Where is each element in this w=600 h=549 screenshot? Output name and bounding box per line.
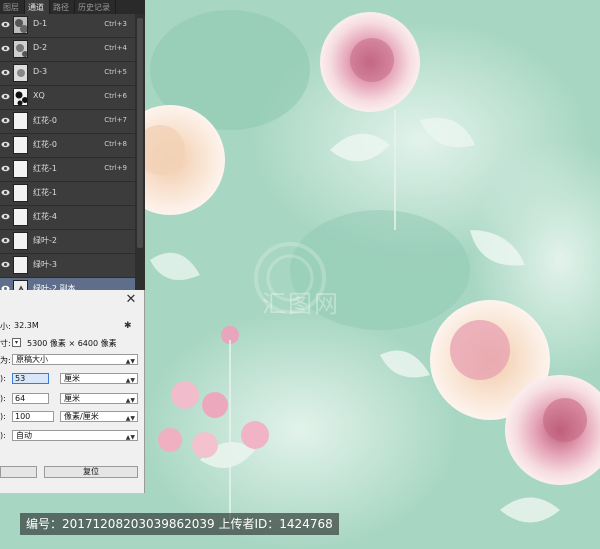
channel-name: D-3 bbox=[33, 67, 48, 76]
channel-shortcut: Ctrl+6 bbox=[104, 92, 127, 100]
channel-row[interactable]: D-1 Ctrl+3 bbox=[0, 14, 135, 38]
resolution-unit-select[interactable]: 像素/厘米 ▲▼ bbox=[60, 411, 138, 422]
channel-row[interactable]: 红花-0 Ctrl+7 bbox=[0, 110, 135, 134]
channel-thumbnail bbox=[13, 88, 28, 106]
channel-name: XQ bbox=[33, 91, 45, 100]
tab-layers[interactable]: 图层 bbox=[0, 0, 25, 14]
close-icon[interactable]: ✕ bbox=[125, 293, 137, 306]
channel-thumbnail bbox=[13, 16, 28, 34]
tab-paths[interactable]: 路径 bbox=[50, 0, 75, 14]
channel-thumbnail bbox=[13, 160, 28, 178]
dimensions-toggle-button[interactable]: ▾ bbox=[12, 338, 21, 347]
channel-row[interactable]: D-2 Ctrl+4 bbox=[0, 38, 135, 62]
height-input[interactable]: 64 bbox=[12, 393, 49, 404]
visibility-eye-icon[interactable] bbox=[1, 116, 10, 125]
chevron-down-icon: ▲▼ bbox=[125, 434, 135, 441]
fit-to-value: 原稿大小 bbox=[16, 355, 48, 364]
resolution-input[interactable]: 100 bbox=[12, 411, 54, 422]
dimensions-label: 寸: bbox=[0, 339, 11, 348]
chevron-down-icon: ▲▼ bbox=[125, 415, 135, 422]
channel-thumbnail bbox=[13, 256, 28, 274]
width-unit-value: 厘米 bbox=[64, 374, 80, 383]
channel-name: 红花-0 bbox=[33, 116, 57, 125]
tab-history[interactable]: 历史记录 bbox=[75, 0, 116, 14]
channel-name: 绿叶-3 bbox=[33, 260, 57, 269]
fit-to-label: 为: bbox=[0, 356, 11, 365]
width-label: ): bbox=[0, 374, 6, 383]
visibility-eye-icon[interactable] bbox=[1, 92, 10, 101]
channel-name: 红花-4 bbox=[33, 212, 57, 221]
channel-list: D-1 Ctrl+3 D-2 Ctrl+4 D-3 Ctrl+5 XQ Ctrl… bbox=[0, 14, 135, 302]
panel-scrollbar-thumb[interactable] bbox=[137, 18, 143, 248]
visibility-eye-icon[interactable] bbox=[1, 140, 10, 149]
height-unit-value: 厘米 bbox=[64, 394, 80, 403]
channel-thumbnail bbox=[13, 184, 28, 202]
channel-row[interactable]: D-3 Ctrl+5 bbox=[0, 62, 135, 86]
resample-label: ): bbox=[0, 431, 6, 440]
channel-name: 红花-1 bbox=[33, 164, 57, 173]
channel-row[interactable]: 红花-0 Ctrl+8 bbox=[0, 134, 135, 158]
chevron-down-icon: ▲▼ bbox=[125, 397, 135, 404]
visibility-eye-icon[interactable] bbox=[1, 188, 10, 197]
width-unit-select[interactable]: 厘米 ▲▼ bbox=[60, 373, 138, 384]
dimensions-value: 5300 像素 × 6400 像素 bbox=[27, 339, 117, 348]
channel-thumbnail bbox=[13, 40, 28, 58]
image-size-label: 小: bbox=[0, 322, 11, 331]
chevron-down-icon: ▲▼ bbox=[125, 358, 135, 365]
image-size-dialog: ✕ 小: 32.3M ✱ 寸: ▾ 5300 像素 × 6400 像素 为: 原… bbox=[0, 290, 145, 493]
resample-select[interactable]: 自动 ▲▼ bbox=[12, 430, 138, 441]
visibility-eye-icon[interactable] bbox=[1, 44, 10, 53]
channel-thumbnail bbox=[13, 208, 28, 226]
image-size-value: 32.3M bbox=[14, 321, 39, 330]
channel-name: D-1 bbox=[33, 19, 48, 28]
height-unit-select[interactable]: 厘米 ▲▼ bbox=[60, 393, 138, 404]
width-input[interactable]: 53 bbox=[12, 373, 49, 384]
visibility-eye-icon[interactable] bbox=[1, 164, 10, 173]
channel-name: 绿叶-2 bbox=[33, 236, 57, 245]
resolution-unit-value: 像素/厘米 bbox=[64, 412, 99, 421]
resolution-label: ): bbox=[0, 412, 6, 421]
channel-shortcut: Ctrl+9 bbox=[104, 164, 127, 172]
channel-row[interactable]: 绿叶-2 bbox=[0, 230, 135, 254]
resample-value: 自动 bbox=[16, 431, 32, 440]
channel-row[interactable]: 绿叶-3 bbox=[0, 254, 135, 278]
channel-row[interactable]: 红花-4 bbox=[0, 206, 135, 230]
fit-to-select[interactable]: 原稿大小 ▲▼ bbox=[12, 354, 138, 365]
channel-shortcut: Ctrl+7 bbox=[104, 116, 127, 124]
ok-button[interactable] bbox=[0, 466, 37, 478]
channel-shortcut: Ctrl+8 bbox=[104, 140, 127, 148]
channel-name: 红花-0 bbox=[33, 140, 57, 149]
channel-name: D-2 bbox=[33, 43, 48, 52]
channel-shortcut: Ctrl+5 bbox=[104, 68, 127, 76]
channel-thumbnail bbox=[13, 112, 28, 130]
channel-thumbnail bbox=[13, 232, 28, 250]
channel-thumbnail bbox=[13, 64, 28, 82]
channel-thumbnail bbox=[13, 136, 28, 154]
panel-tabs: 图层 通道 路径 历史记录 bbox=[0, 0, 145, 14]
visibility-eye-icon[interactable] bbox=[1, 68, 10, 77]
visibility-eye-icon[interactable] bbox=[1, 260, 10, 269]
channel-name: 红花-1 bbox=[33, 188, 57, 197]
chevron-down-icon: ▲▼ bbox=[125, 377, 135, 384]
watermark-text: 汇图网 bbox=[262, 290, 340, 318]
tab-channels[interactable]: 通道 bbox=[25, 0, 50, 14]
channel-row[interactable]: 红花-1 bbox=[0, 182, 135, 206]
gear-icon[interactable]: ✱ bbox=[124, 321, 132, 331]
visibility-eye-icon[interactable] bbox=[1, 212, 10, 221]
height-label: ): bbox=[0, 394, 6, 403]
channel-shortcut: Ctrl+3 bbox=[104, 20, 127, 28]
channel-row[interactable]: 红花-1 Ctrl+9 bbox=[0, 158, 135, 182]
visibility-eye-icon[interactable] bbox=[1, 20, 10, 29]
channels-panel: 图层 通道 路径 历史记录 D-1 Ctrl+3 D-2 Ctrl+4 D-3 … bbox=[0, 0, 145, 302]
channel-row[interactable]: XQ Ctrl+6 bbox=[0, 86, 135, 110]
image-info-bar: 编号：20171208203039862039 上传者ID：1424768 bbox=[20, 513, 339, 535]
visibility-eye-icon[interactable] bbox=[1, 236, 10, 245]
reset-button[interactable]: 复位 bbox=[44, 466, 138, 478]
channel-shortcut: Ctrl+4 bbox=[104, 44, 127, 52]
